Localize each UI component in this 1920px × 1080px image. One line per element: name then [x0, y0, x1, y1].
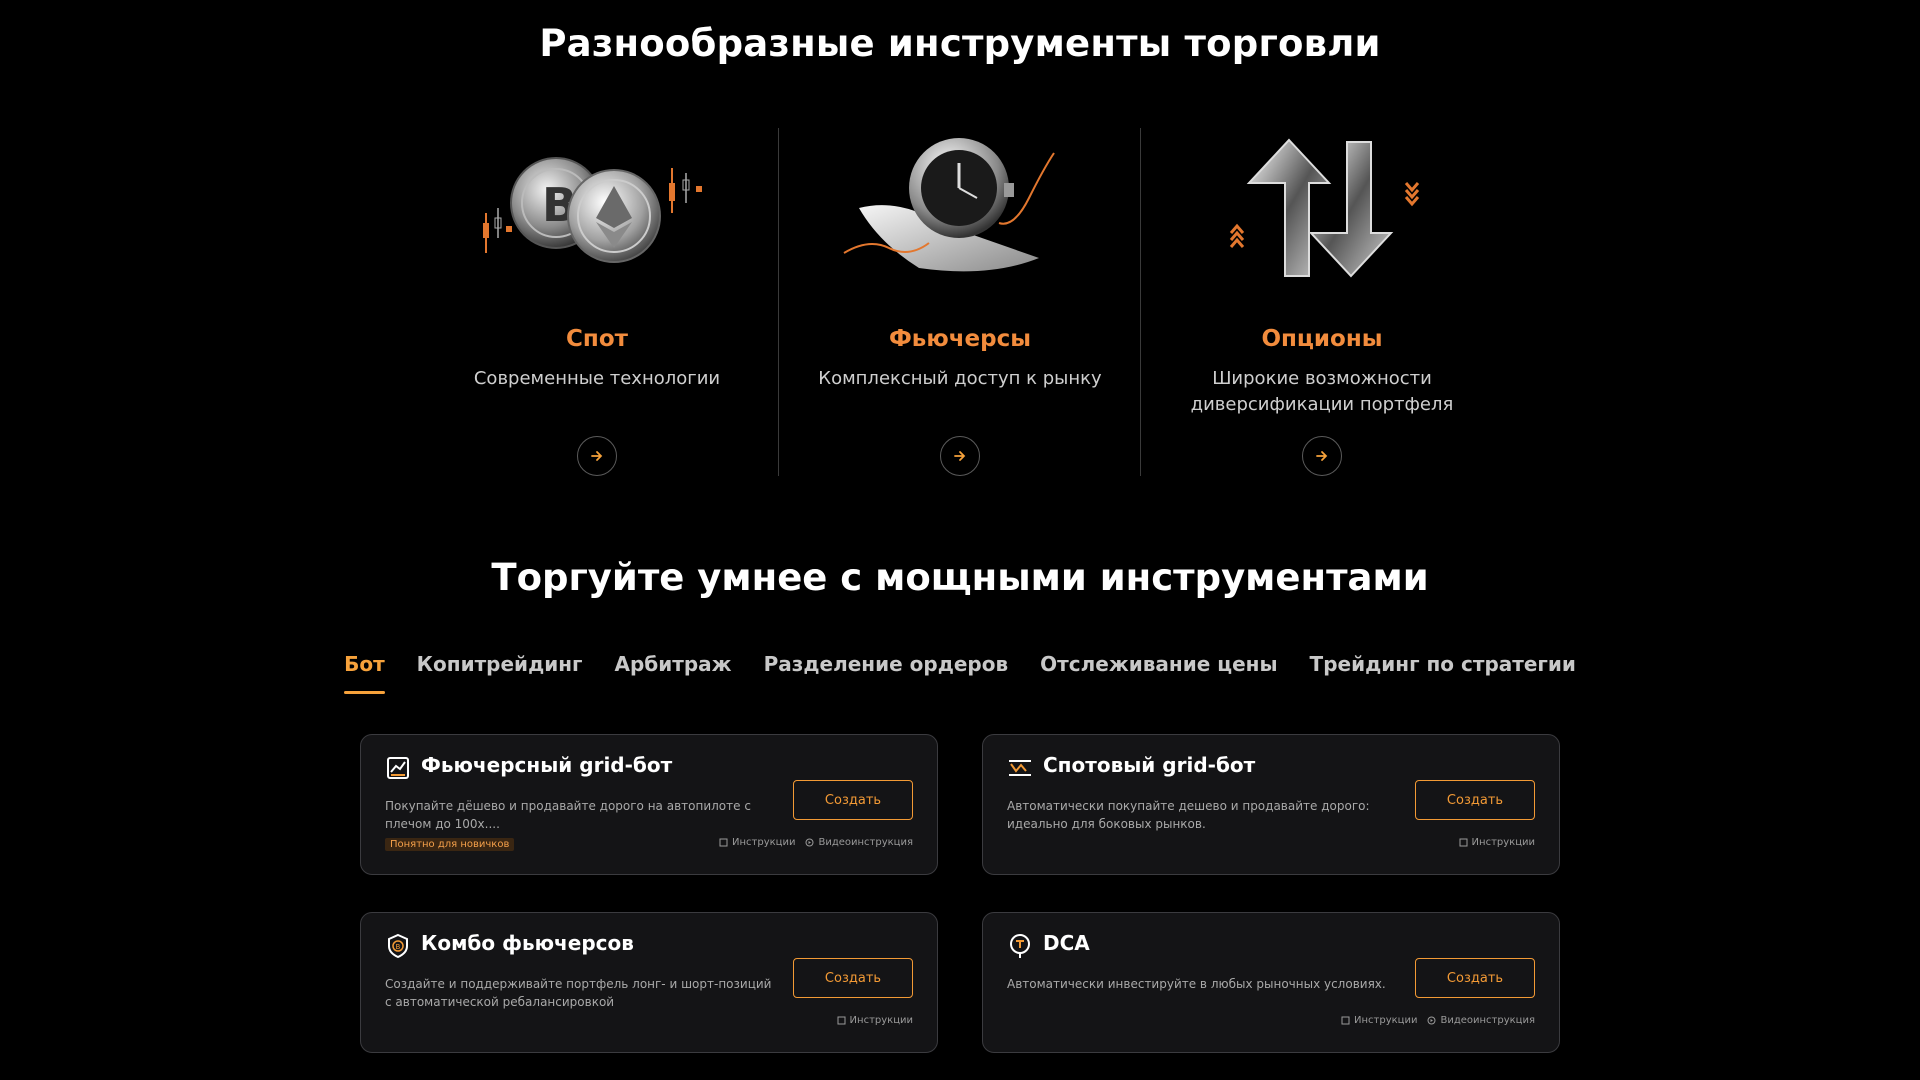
beginner-badge: Понятно для новичков	[385, 838, 515, 851]
grid-chart-icon	[1009, 760, 1031, 776]
svg-text:B: B	[396, 943, 401, 951]
bot-card-futures-combo[interactable]: B Комбо фьючерсов Создайте и поддерживай…	[360, 912, 938, 1053]
instructions-label: Инструкции	[1354, 1015, 1418, 1026]
tab-strategy-trading[interactable]: Трейдинг по стратегии	[1310, 652, 1576, 694]
section-title-smart-tools: Торгуйте умнее с мощными инструментами	[491, 556, 1429, 599]
bot-links: Инструкции	[1459, 837, 1535, 848]
tab-order-split[interactable]: Разделение ордеров	[764, 652, 1009, 694]
bot-name: Спотовый grid-бот	[1043, 753, 1256, 777]
product-card-futures[interactable]: Фьючерсы Комплексный доступ к рынку	[779, 128, 1141, 478]
bot-desc: Покупайте дёшево и продавайте дорого на …	[385, 799, 751, 831]
bot-name: Комбо фьючерсов	[421, 931, 634, 955]
bot-links: Инструкции	[837, 1015, 913, 1026]
clock-chart-icon	[843, 138, 1055, 272]
bot-card-futures-grid[interactable]: Фьючерсный grid-бот Покупайте дёшево и п…	[360, 734, 938, 875]
dca-coin-icon	[1010, 934, 1030, 958]
product-desc-futures: Комплексный доступ к рынку	[818, 368, 1102, 389]
create-button[interactable]: Создать	[1415, 780, 1535, 820]
instructions-label: Инструкции	[849, 1015, 913, 1026]
document-icon	[719, 838, 728, 847]
bot-card-spot-grid[interactable]: Спотовый grid-бот Автоматически покупайт…	[982, 734, 1560, 875]
crypto-coins-icon: B	[483, 157, 702, 263]
document-icon	[1341, 1016, 1350, 1025]
bot-links: Инструкции Видеоинструкция	[1341, 1015, 1535, 1026]
document-icon	[1459, 838, 1468, 847]
video-label: Видеоинструкция	[1440, 1015, 1535, 1026]
create-button[interactable]: Создать	[793, 958, 913, 998]
arrow-right-icon	[1316, 451, 1328, 461]
product-desc-options: Широкие возможности диверсификации портф…	[1190, 368, 1454, 415]
bot-name: DCA	[1043, 931, 1090, 955]
chart-box-icon	[387, 757, 409, 779]
instructions-link[interactable]: Инструкции	[1341, 1015, 1417, 1026]
section-title-trading-tools: Разнообразные инструменты торговли	[539, 22, 1381, 65]
video-label: Видеоинструкция	[818, 837, 913, 848]
instructions-link[interactable]: Инструкции	[719, 837, 795, 848]
create-button[interactable]: Создать	[1415, 958, 1535, 998]
product-name-options: Опционы	[1261, 326, 1383, 352]
product-name-futures: Фьючерсы	[889, 326, 1031, 352]
tab-bot[interactable]: Бот	[344, 652, 385, 694]
product-card-options[interactable]: Опционы Широкие возможности диверсификац…	[1141, 128, 1503, 478]
shield-coin-icon: B	[388, 933, 408, 959]
instructions-link[interactable]: Инструкции	[1459, 837, 1535, 848]
tab-price-tracking[interactable]: Отслеживание цены	[1040, 652, 1277, 694]
product-name-spot: Спот	[566, 326, 628, 352]
product-card-spot[interactable]: B Спот Современные технологии	[416, 128, 778, 478]
instructions-label: Инструкции	[732, 837, 796, 848]
bot-card-dca[interactable]: DCA Автоматически инвестируйте в любых р…	[982, 912, 1560, 1053]
tab-arbitrage[interactable]: Арбитраж	[615, 652, 732, 694]
instructions-label: Инструкции	[1471, 837, 1535, 848]
tools-tabs: Бот Копитрейдинг Арбитраж Разделение орд…	[0, 652, 1920, 694]
video-instructions-link[interactable]: Видеоинструкция	[1427, 1015, 1535, 1026]
bot-name: Фьючерсный grid-бот	[421, 753, 673, 777]
product-futures-arrow-button[interactable]	[940, 436, 980, 476]
instructions-link[interactable]: Инструкции	[837, 1015, 913, 1026]
product-options-arrow-button[interactable]	[1302, 436, 1342, 476]
bot-desc: Автоматически инвестируйте в любых рыноч…	[1007, 977, 1386, 991]
up-down-arrows-icon	[1229, 138, 1420, 278]
product-desc-spot: Современные технологии	[473, 368, 721, 389]
bot-desc: Создайте и поддерживайте портфель лонг- …	[385, 977, 772, 1009]
play-circle-icon	[1427, 1016, 1436, 1025]
video-instructions-link[interactable]: Видеоинструкция	[805, 837, 913, 848]
product-spot-arrow-button[interactable]	[577, 436, 617, 476]
bot-links: Инструкции Видеоинструкция	[719, 837, 913, 848]
create-button[interactable]: Создать	[793, 780, 913, 820]
arrow-right-icon	[954, 451, 966, 461]
play-circle-icon	[805, 838, 814, 847]
bot-desc: Автоматически покупайте дешево и продава…	[1007, 799, 1370, 831]
tab-copytrading[interactable]: Копитрейдинг	[417, 652, 583, 694]
arrow-right-icon	[591, 451, 603, 461]
document-icon	[837, 1016, 846, 1025]
